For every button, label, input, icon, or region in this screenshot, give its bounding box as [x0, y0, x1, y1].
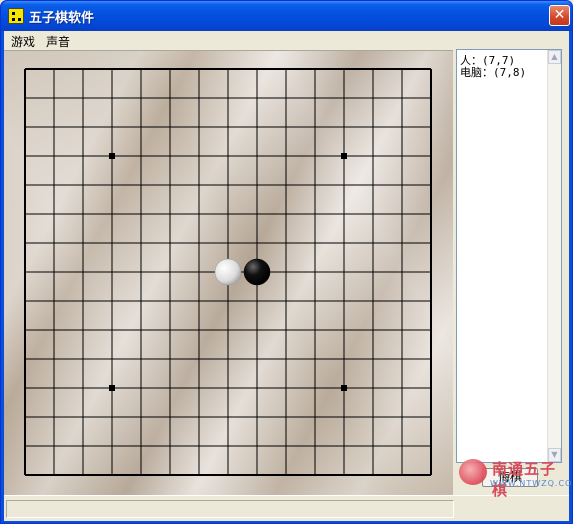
black-stone [243, 258, 271, 286]
moves-log-scrollbar[interactable]: ▲ ▼ [547, 50, 561, 462]
title-bar[interactable]: 五子棋软件 ✕ [1, 1, 572, 31]
app-window: 五子棋软件 ✕ 游戏 声音 人：(7,7) 电脑：(7,8) ▲ ▼ 悔棋 南通… [0, 0, 573, 524]
status-bar [4, 495, 569, 521]
menu-bar: 游戏 声音 [4, 31, 569, 50]
window-title: 五子棋软件 [29, 11, 95, 26]
star-point [109, 385, 115, 391]
board-grid[interactable] [4, 51, 453, 496]
star-point [109, 153, 115, 159]
move-log-computer: 电脑：(7,8) [460, 66, 527, 79]
menu-game[interactable]: 游戏 [11, 33, 35, 50]
site-watermark: 南通五子棋 WWW.NTWZQ.COM [456, 452, 573, 499]
client-area: 游戏 声音 人：(7,7) 电脑：(7,8) ▲ ▼ 悔棋 [4, 31, 569, 521]
app-icon [8, 8, 24, 24]
scroll-up-icon[interactable]: ▲ [548, 50, 561, 64]
moves-log[interactable]: 人：(7,7) 电脑：(7,8) ▲ ▼ [456, 49, 562, 463]
status-field [6, 500, 454, 518]
watermark-logo-icon [459, 459, 487, 485]
star-point [341, 385, 347, 391]
white-stone [214, 258, 242, 286]
game-board[interactable] [4, 50, 453, 495]
close-button[interactable]: ✕ [549, 5, 570, 26]
menu-sound[interactable]: 声音 [46, 33, 70, 50]
star-point [341, 153, 347, 159]
watermark-url: WWW.NTWZQ.COM [490, 479, 573, 488]
